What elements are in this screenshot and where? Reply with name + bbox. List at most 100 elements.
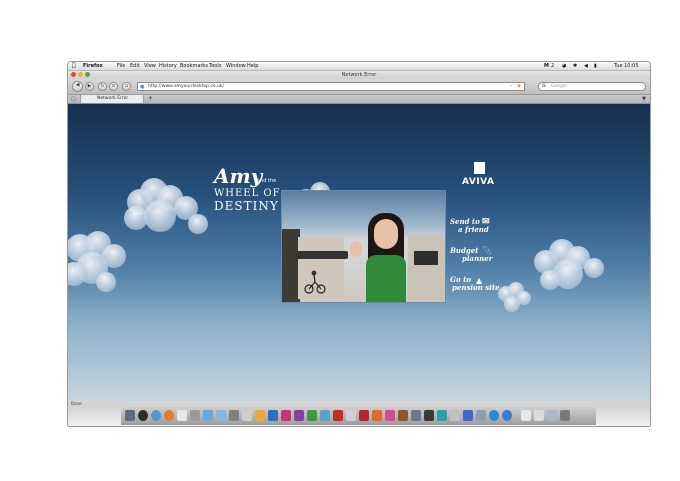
badge-count: 2 xyxy=(551,63,555,69)
url-field[interactable]: ● http://www.amyourdesktop.co.uk/ ◉ ☆ xyxy=(137,82,525,91)
home-icon[interactable]: ⌂ xyxy=(122,82,131,91)
stop-icon[interactable]: × xyxy=(109,82,118,91)
back-icon[interactable]: ◀ xyxy=(72,81,83,92)
acrobat-icon[interactable] xyxy=(333,410,343,421)
menu-edit[interactable]: Edit xyxy=(130,62,140,70)
trash-icon[interactable] xyxy=(560,410,570,421)
preview-icon[interactable] xyxy=(190,410,200,421)
volume-icon[interactable]: ◀ xyxy=(584,62,588,70)
presenter-hand xyxy=(350,241,362,257)
navigation-toolbar: ◀ ▶ ↻ × ⌂ ● http://www.amyourdesktop.co.… xyxy=(68,79,650,95)
window-right xyxy=(414,251,438,265)
destiny-text: DESTINY xyxy=(214,199,279,213)
bridge-icon[interactable] xyxy=(398,410,408,421)
cloud-left-upper xyxy=(124,178,208,234)
cloud-right xyxy=(534,239,604,290)
ical-icon[interactable] xyxy=(177,410,187,421)
battery-icon[interactable]: ▮ xyxy=(594,62,597,70)
presenter-dress xyxy=(366,255,406,302)
app-round2-icon[interactable] xyxy=(502,410,512,421)
indesign-icon[interactable] xyxy=(281,410,291,421)
wifi-icon[interactable]: ◕ xyxy=(562,62,566,70)
textedit-icon[interactable] xyxy=(242,410,252,421)
search-placeholder: Google xyxy=(551,84,567,89)
cloud-left-lower xyxy=(68,231,126,292)
dreamweaver-icon[interactable] xyxy=(307,410,317,421)
app-steel-icon[interactable] xyxy=(476,410,486,421)
mail-icon[interactable] xyxy=(216,410,226,421)
building-right xyxy=(408,235,445,302)
app-dark-icon[interactable] xyxy=(424,410,434,421)
rss-icon[interactable]: ◉ xyxy=(517,83,521,91)
photoshop-icon[interactable] xyxy=(268,410,278,421)
url-text: http://www.amyourdesktop.co.uk/ xyxy=(148,84,224,89)
downloads-icon[interactable] xyxy=(534,410,544,421)
applications-icon[interactable] xyxy=(547,410,557,421)
app-blue-icon[interactable] xyxy=(463,410,473,421)
tab-network-error[interactable]: Network Error xyxy=(80,95,144,103)
menu-help[interactable]: Help xyxy=(247,62,258,70)
bicycle-rider xyxy=(304,269,326,295)
dock-area xyxy=(68,406,650,426)
clock[interactable]: Tue 10:05 xyxy=(614,62,639,70)
reload-icon[interactable]: ↻ xyxy=(98,82,107,91)
envelope-icon: ✉ xyxy=(482,217,490,227)
safari-icon[interactable] xyxy=(151,410,161,421)
site-icon: ● xyxy=(140,84,145,90)
video-frame[interactable] xyxy=(281,190,446,303)
forward-icon[interactable]: ▶ xyxy=(85,82,94,91)
browser-window:  Firefox File Edit View History Bookmar… xyxy=(67,61,651,427)
app-light-icon[interactable] xyxy=(450,410,460,421)
wheel-of-text: WHEEL OF xyxy=(214,188,281,199)
budget-line2: planner xyxy=(462,254,493,263)
finder-icon[interactable] xyxy=(125,410,135,421)
app-pink-icon[interactable] xyxy=(385,410,395,421)
close-icon[interactable] xyxy=(71,72,76,77)
menu-bar:  Firefox File Edit View History Bookmar… xyxy=(68,62,650,71)
system-preferences-icon[interactable] xyxy=(229,410,239,421)
apple-icon[interactable]:  xyxy=(72,62,76,70)
minimize-icon[interactable] xyxy=(78,72,83,77)
app-grey-icon[interactable] xyxy=(411,410,421,421)
bookmark-star-icon[interactable]: ☆ xyxy=(509,83,513,91)
menu-window[interactable]: Window xyxy=(226,62,246,70)
google-icon: G xyxy=(542,84,546,89)
app-round-icon[interactable] xyxy=(489,410,499,421)
paperclip-icon: 📎 xyxy=(482,245,492,255)
menu-tools[interactable]: Tools xyxy=(209,62,221,70)
presenter-face xyxy=(374,219,398,249)
menu-bookmarks[interactable]: Bookmarks xyxy=(180,62,208,70)
incopy-icon[interactable] xyxy=(294,410,304,421)
illustrator-icon[interactable] xyxy=(255,410,265,421)
dock xyxy=(121,407,596,425)
mortarboard-icon: ▲ xyxy=(476,275,483,285)
aviva-logo[interactable]: AVIVA xyxy=(462,177,495,187)
document-icon[interactable] xyxy=(346,410,356,421)
app-orange-icon[interactable] xyxy=(372,410,382,421)
tab-bar: □ Network Error + ▼ xyxy=(68,95,650,104)
tab-overflow-icon[interactable]: ▼ xyxy=(642,95,646,103)
flash-icon[interactable] xyxy=(359,410,369,421)
dashboard-icon[interactable] xyxy=(138,410,148,421)
pension-line2: pension site xyxy=(452,283,500,292)
zoom-icon[interactable] xyxy=(85,72,90,77)
app-teal-icon[interactable] xyxy=(437,410,447,421)
menu-firefox[interactable]: Firefox xyxy=(83,62,103,70)
folder-icon[interactable] xyxy=(521,410,531,421)
itunes-icon[interactable] xyxy=(203,410,213,421)
new-tab-button[interactable]: + xyxy=(148,95,153,103)
budget-planner-link[interactable]: Budget planner 📎 xyxy=(450,245,500,263)
fireworks-icon[interactable] xyxy=(320,410,330,421)
pension-site-link[interactable]: Go to pension site ▲ xyxy=(450,276,506,292)
tab-list-icon[interactable]: □ xyxy=(71,95,76,103)
firefox-icon[interactable] xyxy=(164,410,174,421)
shop-awning xyxy=(296,251,348,259)
menu-file[interactable]: File xyxy=(117,62,125,70)
menu-view[interactable]: View xyxy=(144,62,156,70)
send-to-friend-link[interactable]: Send to a friend ✉ xyxy=(450,218,500,234)
bluetooth-icon[interactable]: ✱ xyxy=(573,62,577,70)
search-field[interactable]: G Google xyxy=(538,82,646,91)
menu-history[interactable]: History xyxy=(159,62,177,70)
page-content: Amy and the WHEEL OF DESTINY AVIVA Send … xyxy=(68,104,650,401)
status-m-icon[interactable]: M xyxy=(544,62,549,70)
